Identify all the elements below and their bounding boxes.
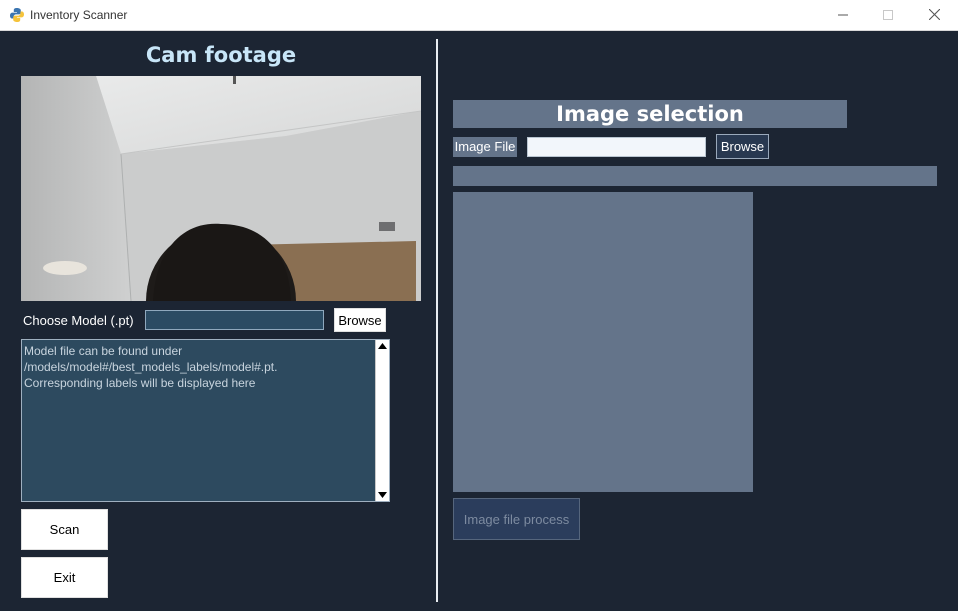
- image-file-input[interactable]: [527, 137, 706, 157]
- image-preview: [453, 192, 753, 492]
- browse-image-button[interactable]: Browse: [716, 134, 769, 159]
- maximize-button[interactable]: [865, 0, 911, 31]
- model-info-textarea[interactable]: Model file can be found under /models/mo…: [21, 339, 390, 502]
- column-divider: [436, 39, 438, 602]
- image-file-process-button[interactable]: Image file process: [453, 498, 580, 540]
- window-title: Inventory Scanner: [30, 8, 128, 22]
- info-scrollbar[interactable]: [375, 340, 389, 501]
- model-info-text: Model file can be found under /models/mo…: [24, 344, 278, 390]
- scroll-down-icon[interactable]: [376, 490, 389, 500]
- scroll-up-icon[interactable]: [376, 341, 389, 351]
- close-icon: [928, 7, 940, 25]
- cam-footage-title: Cam footage: [145, 43, 297, 67]
- image-status-bar: [453, 166, 937, 186]
- title-bar: Inventory Scanner: [0, 0, 958, 31]
- python-icon: [9, 7, 25, 23]
- choose-model-label: Choose Model (.pt): [23, 313, 134, 328]
- exit-button[interactable]: Exit: [21, 557, 108, 598]
- browse-model-button[interactable]: Browse: [334, 308, 386, 332]
- camera-feed: [21, 76, 421, 301]
- maximize-icon: [883, 7, 893, 25]
- image-file-label: Image File: [453, 137, 517, 157]
- minimize-icon: [838, 7, 848, 25]
- model-path-input[interactable]: [145, 310, 324, 330]
- minimize-button[interactable]: [820, 0, 866, 31]
- image-selection-title: Image selection: [453, 100, 847, 128]
- scan-button[interactable]: Scan: [21, 509, 108, 550]
- close-button[interactable]: [911, 0, 957, 31]
